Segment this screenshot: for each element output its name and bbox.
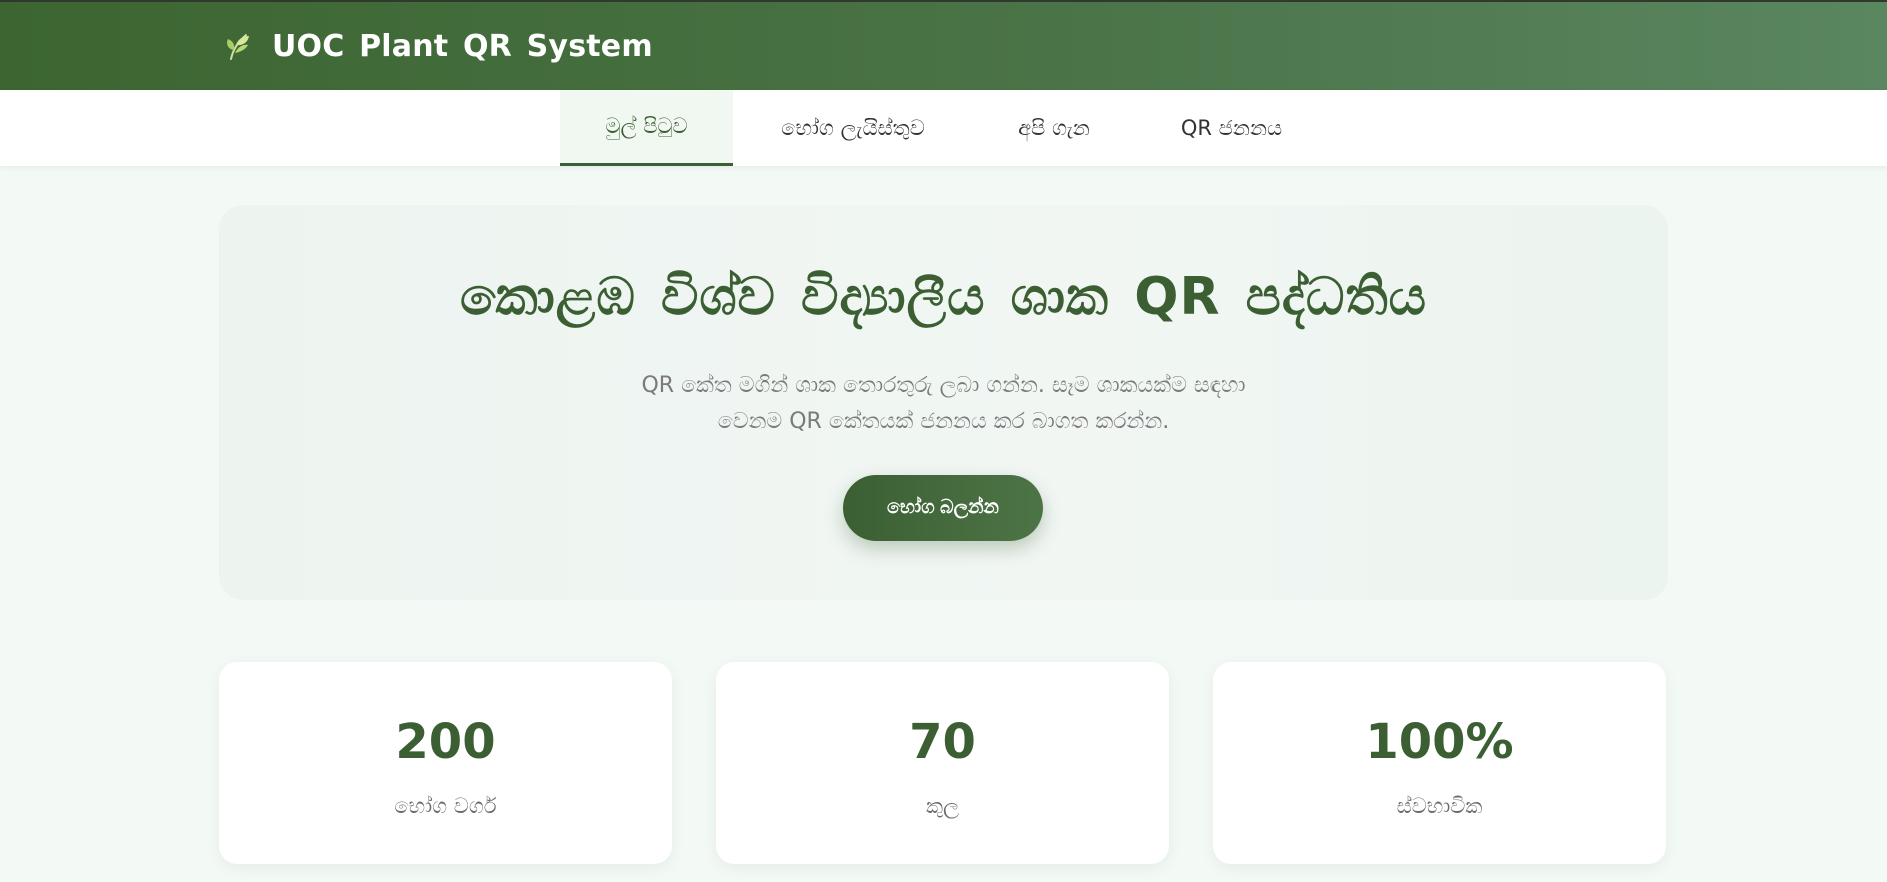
nav-item-crop-list[interactable]: භෝග ලැයිස්තුව xyxy=(754,90,952,166)
app-header: UOC Plant QR System xyxy=(0,0,1887,90)
stat-label: ස්වභාවික xyxy=(1396,794,1483,818)
view-crops-button[interactable]: භෝග බලන්න xyxy=(843,475,1043,541)
stat-value: 100% xyxy=(1365,714,1514,770)
hero-title: කොළඹ විශ්ව විද්‍යාලීය ශාක QR පද්ධතිය xyxy=(459,267,1428,327)
stat-card-families: 70 කුල xyxy=(716,662,1169,864)
stat-label: භෝග වර්ග xyxy=(394,794,497,818)
hero-subtitle-line-2: වෙනම QR කේතයක් ජනනය කර බාගත කරන්න. xyxy=(717,409,1170,434)
stat-value: 70 xyxy=(909,714,976,770)
stat-label: කුල xyxy=(925,794,960,818)
brand[interactable]: UOC Plant QR System xyxy=(222,24,653,68)
stat-card-natural: 100% ස්වභාවික xyxy=(1213,662,1666,864)
stat-card-crop-types: 200 භෝග වර්ග xyxy=(219,662,672,864)
nav-item-qr-generate[interactable]: QR ජනනය xyxy=(1162,90,1301,166)
stat-value: 200 xyxy=(395,714,496,770)
nav-item-home[interactable]: මුල් පිටුව xyxy=(560,90,733,166)
nav-item-about[interactable]: අපි ගැන xyxy=(994,90,1114,166)
main-nav: මුල් පිටුව භෝග ලැයිස්තුව අපි ගැන QR ජනනය xyxy=(0,90,1887,166)
hero-subtitle: QR කේත මගින් ශාක තොරතුරු ලබා ගන්න. සෑම ශ… xyxy=(219,368,1668,440)
leaf-icon xyxy=(227,34,249,60)
hero-subtitle-line-1: QR කේත මගින් ශාක තොරතුරු ලබා ගන්න. සෑම ශ… xyxy=(641,373,1246,398)
hero-section: කොළඹ විශ්ව විද්‍යාලීය ශාක QR පද්ධතිය QR … xyxy=(219,205,1668,600)
app-title: UOC Plant QR System xyxy=(272,28,653,64)
